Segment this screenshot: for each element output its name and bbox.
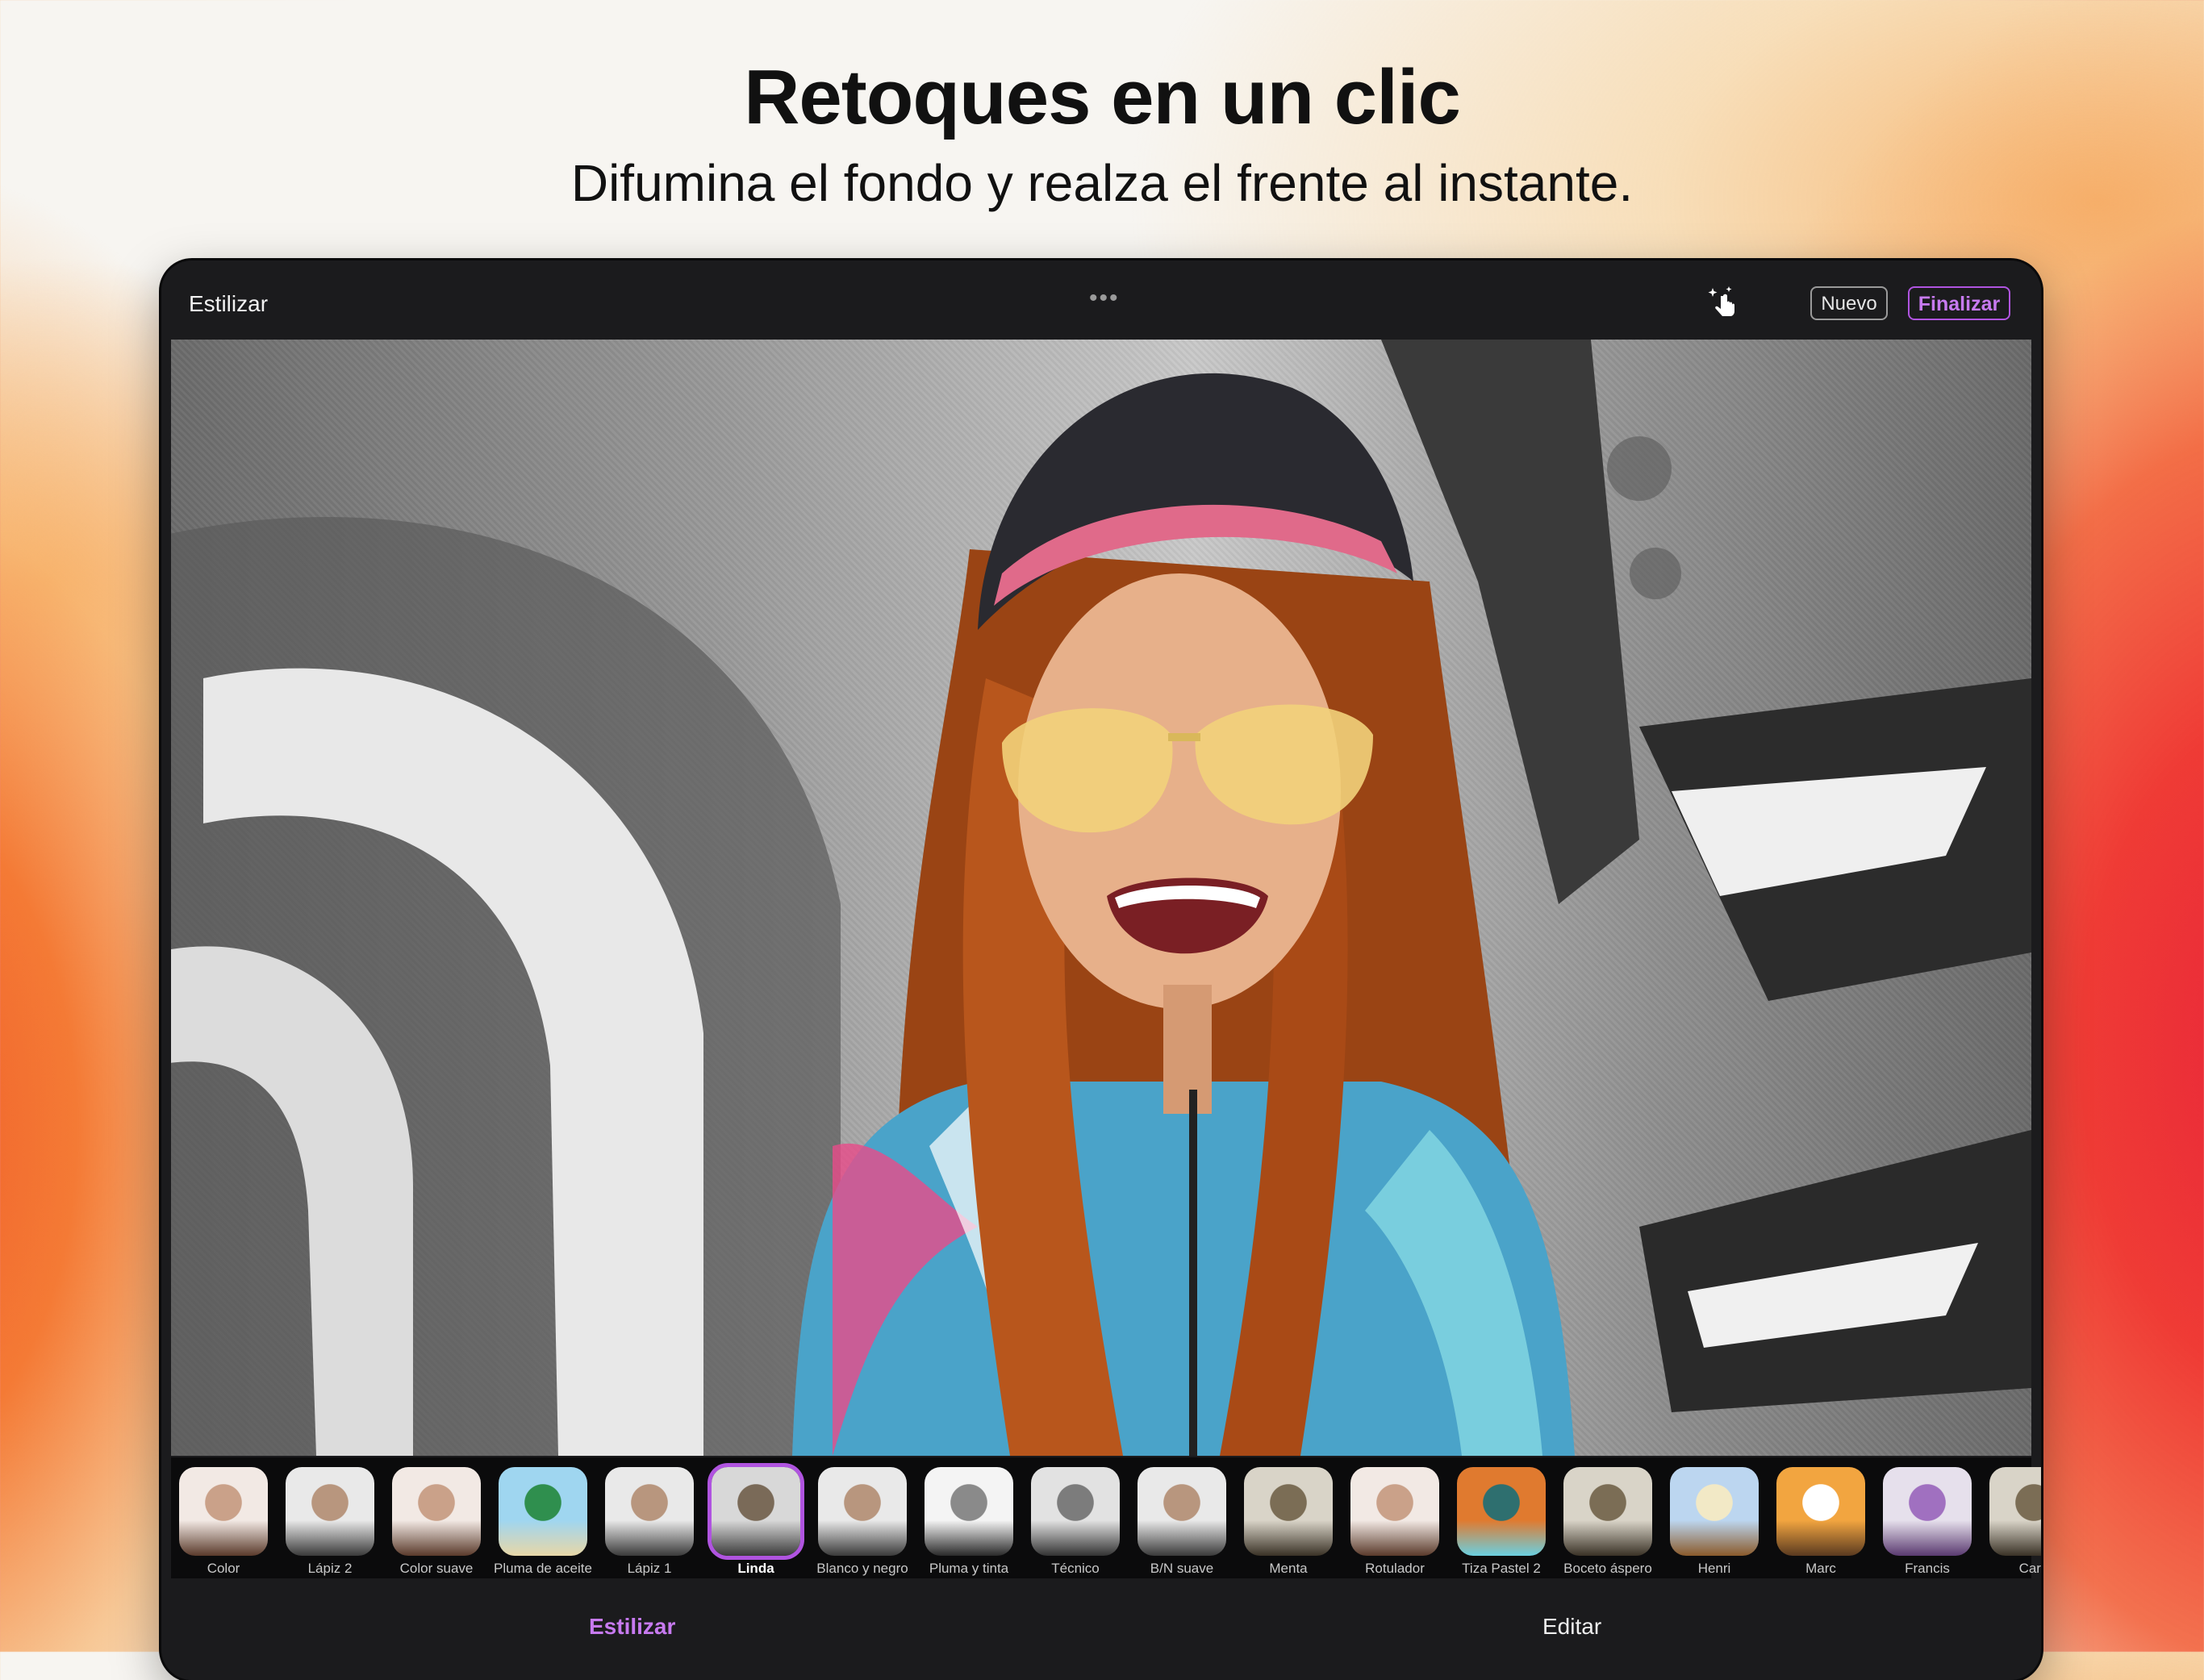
style-label: Marc (1805, 1561, 1836, 1576)
style-label: Técnico (1051, 1561, 1100, 1576)
style-label: Lápiz 1 (627, 1561, 672, 1576)
magic-tap-icon[interactable] (1705, 285, 1742, 322)
style-label: Color (207, 1561, 240, 1576)
style-thumb-sunflower[interactable] (1670, 1467, 1759, 1556)
style-thumb-building[interactable] (1244, 1467, 1333, 1556)
top-toolbar: Estilizar ••• Nuevo Finalizar (161, 261, 2041, 337)
subheadline: Difumina el fondo y realza el frente al … (570, 154, 1634, 212)
style-thumb-portrait-man[interactable] (1137, 1467, 1226, 1556)
style-thumb-orchid[interactable] (1883, 1467, 1972, 1556)
style-label: Blanco y negro (816, 1561, 908, 1576)
style-thumb-building[interactable] (1563, 1467, 1652, 1556)
done-button[interactable]: Finalizar (1908, 286, 2010, 320)
style-label: Pluma de aceite (494, 1561, 592, 1576)
style-label: Lápiz 2 (307, 1561, 353, 1576)
style-label: Boceto áspero (1563, 1561, 1652, 1576)
stylized-photo (171, 340, 2031, 1456)
tab-editar[interactable]: Editar (1542, 1614, 1601, 1640)
style-thumb-portrait-man[interactable] (286, 1467, 374, 1556)
style-thumb-portrait-woman[interactable] (392, 1467, 481, 1556)
style-label: Rotulador (1365, 1561, 1425, 1576)
style-label: Henri (1697, 1561, 1731, 1576)
style-thumb-portrait-man[interactable] (605, 1467, 694, 1556)
style-label: B/N suave (1150, 1561, 1214, 1576)
style-thumb-dog[interactable] (1776, 1467, 1865, 1556)
style-thumb-portrait-woman[interactable] (179, 1467, 268, 1556)
style-thumb-building[interactable] (1989, 1467, 2041, 1556)
tablet-frame: Estilizar ••• Nuevo Finalizar Color Lápi… (161, 261, 2041, 1680)
style-label: Menta (1269, 1561, 1308, 1576)
style-label: Linda (737, 1561, 774, 1576)
photo-canvas[interactable] (171, 340, 2031, 1456)
more-dots-icon[interactable]: ••• (1089, 285, 1120, 312)
new-button[interactable]: Nuevo (1810, 286, 1888, 320)
style-thumb-beach-palm[interactable] (499, 1467, 587, 1556)
tab-estilizar[interactable]: Estilizar (589, 1614, 675, 1640)
style-thumb-waterfall[interactable] (1457, 1467, 1546, 1556)
screen-title: Estilizar (189, 291, 269, 316)
style-thumb-skyscraper[interactable] (925, 1467, 1013, 1556)
style-label: Pluma y tinta (929, 1561, 1009, 1576)
style-label: Tiza Pastel 2 (1462, 1561, 1541, 1576)
style-thumb-portrait-woman[interactable] (1350, 1467, 1439, 1556)
style-thumb-portrait-man[interactable] (818, 1467, 907, 1556)
style-thumb-house[interactable] (1031, 1467, 1120, 1556)
style-label: Francis (1905, 1561, 1950, 1576)
bottom-tab-bar: Estilizar Editar (161, 1583, 2041, 1680)
headline: Retoques en un clic (744, 54, 1461, 140)
style-picker[interactable]: Color Lápiz 2 Color suave Pluma de aceite Lá… (171, 1457, 2041, 1578)
style-label: Color suave (399, 1561, 474, 1576)
style-thumb-giraffe[interactable] (712, 1467, 800, 1556)
style-label: Carb (2018, 1561, 2041, 1576)
